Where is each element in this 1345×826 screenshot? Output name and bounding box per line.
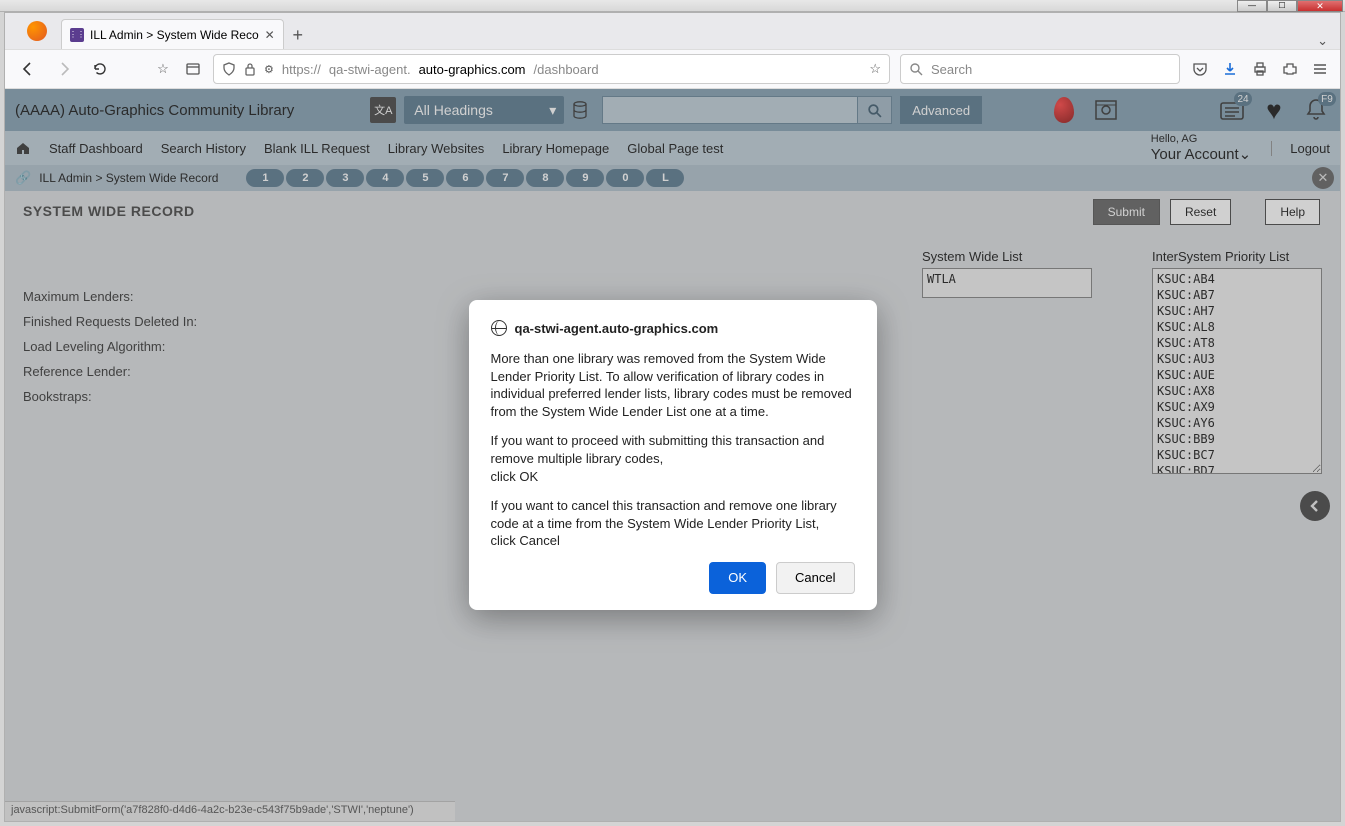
window-maximize-button[interactable]: ☐ [1267, 0, 1297, 12]
tab-title: ILL Admin > System Wide Reco [90, 28, 259, 42]
lock-icon [244, 62, 256, 76]
dialog-text-2: If you want to proceed with submitting t… [491, 432, 855, 485]
tab-favicon-icon: ⋮⋮ [70, 28, 84, 42]
url-sub: qa-stwi-agent. [329, 62, 411, 77]
globe-icon [491, 320, 507, 336]
url-protocol: https:// [282, 62, 321, 77]
back-button[interactable] [15, 56, 41, 82]
url-host: auto-graphics.com [419, 62, 526, 77]
ok-button[interactable]: OK [709, 562, 766, 594]
dialog-text-3: If you want to cancel this transaction a… [491, 497, 855, 550]
shield-icon [222, 62, 236, 76]
permissions-icon: ⚙ [264, 63, 274, 76]
browser-tabbar: ⋮⋮ ILL Admin > System Wide Reco ✕ + ⌄ [5, 13, 1340, 49]
os-titlebar: — ☐ [0, 0, 1345, 12]
menu-icon[interactable] [1310, 59, 1330, 79]
forward-button[interactable] [51, 56, 77, 82]
browser-tab[interactable]: ⋮⋮ ILL Admin > System Wide Reco ✕ [61, 19, 284, 49]
confirm-dialog: qa-stwi-agent.auto-graphics.com More tha… [469, 300, 877, 609]
browser-window: ⋮⋮ ILL Admin > System Wide Reco ✕ + ⌄ ☆ [4, 12, 1341, 822]
cancel-button[interactable]: Cancel [776, 562, 854, 594]
bookmark-star-icon[interactable]: ☆ [153, 59, 173, 79]
app-content: (AAAA) Auto-Graphics Community Library 文… [5, 89, 1340, 821]
search-icon [909, 62, 923, 76]
downloads-icon[interactable] [1220, 59, 1240, 79]
pocket-icon[interactable] [1190, 59, 1210, 79]
window-close-button[interactable] [1297, 0, 1343, 12]
search-placeholder: Search [931, 62, 972, 77]
dialog-origin: qa-stwi-agent.auto-graphics.com [515, 321, 719, 336]
browser-search-box[interactable]: Search [900, 54, 1180, 84]
extensions-icon[interactable] [1280, 59, 1300, 79]
tabs-overflow-icon[interactable]: ⌄ [1317, 33, 1340, 49]
firefox-icon [27, 21, 47, 41]
tab-close-icon[interactable]: ✕ [265, 28, 275, 42]
browser-toolbar: ☆ ⚙ https:// qa-stwi-agent. auto-graphics.… [5, 49, 1340, 89]
bookmark-page-icon[interactable]: ☆ [869, 61, 881, 77]
history-icon[interactable] [183, 59, 203, 79]
window-minimize-button[interactable]: — [1237, 0, 1267, 12]
modal-backdrop: qa-stwi-agent.auto-graphics.com More tha… [5, 89, 1340, 821]
dialog-text-1: More than one library was removed from t… [491, 350, 855, 420]
print-icon[interactable] [1250, 59, 1270, 79]
new-tab-button[interactable]: + [284, 21, 312, 49]
url-path: /dashboard [534, 62, 599, 77]
reload-button[interactable] [87, 56, 113, 82]
url-bar[interactable]: ⚙ https:// qa-stwi-agent. auto-graphics.co… [213, 54, 890, 84]
